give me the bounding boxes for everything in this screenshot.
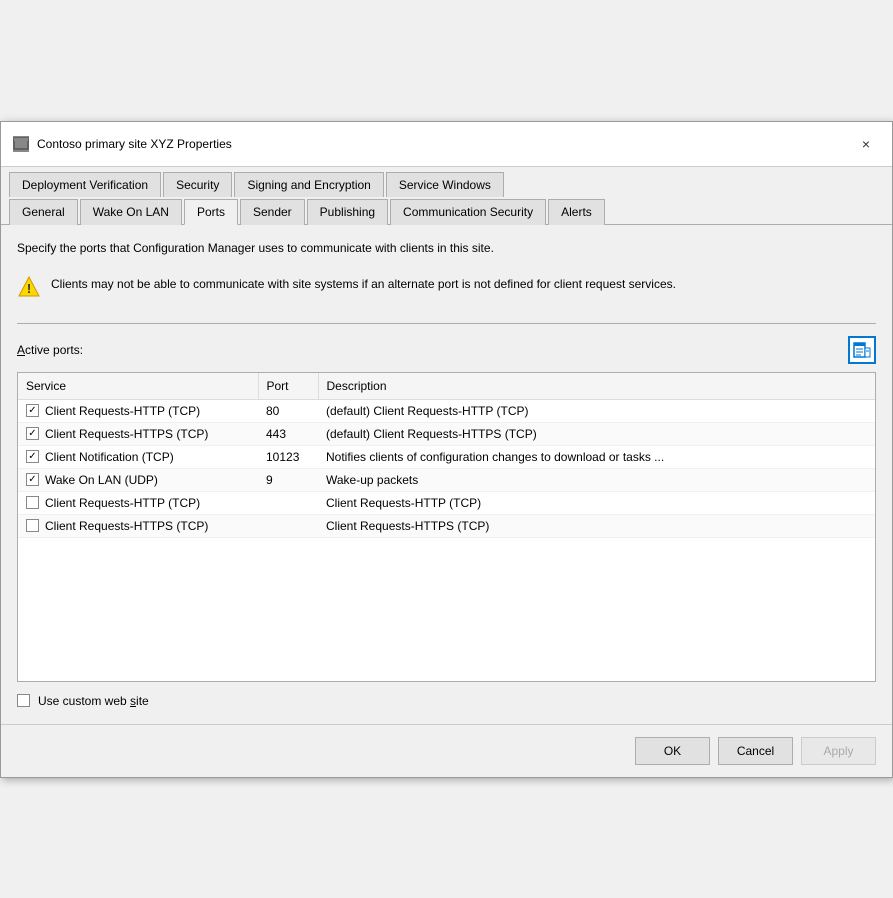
- tab-signing-encryption[interactable]: Signing and Encryption: [234, 172, 383, 197]
- edit-ports-button[interactable]: [848, 336, 876, 364]
- port-value: 80: [258, 399, 318, 422]
- warning-text: Clients may not be able to communicate w…: [51, 275, 676, 293]
- col-header-service: Service: [18, 373, 258, 400]
- warning-box: ! Clients may not be able to communicate…: [17, 267, 876, 307]
- ports-table: Service Port Description Client Requests…: [18, 373, 875, 538]
- row-checkbox[interactable]: [26, 496, 39, 509]
- content-area: Specify the ports that Configuration Man…: [1, 225, 892, 724]
- row-checkbox[interactable]: [26, 427, 39, 440]
- window-title: Contoso primary site XYZ Properties: [37, 137, 232, 151]
- tab-deployment-verification[interactable]: Deployment Verification: [9, 172, 161, 197]
- table-row[interactable]: Client Requests-HTTPS (TCP) Client Reques…: [18, 514, 875, 537]
- title-bar-left: Contoso primary site XYZ Properties: [13, 136, 232, 152]
- table-row[interactable]: Client Notification (TCP) 10123Notifies c…: [18, 445, 875, 468]
- description-value: (default) Client Requests-HTTP (TCP): [318, 399, 875, 422]
- table-row[interactable]: Client Requests-HTTP (TCP) 80(default) Cl…: [18, 399, 875, 422]
- service-name: Client Requests-HTTPS (TCP): [45, 519, 208, 533]
- row-checkbox[interactable]: [26, 519, 39, 532]
- title-bar: Contoso primary site XYZ Properties ×: [1, 122, 892, 167]
- warning-icon: !: [17, 275, 41, 299]
- tabs-row2: General Wake On LAN Ports Sender Publish…: [9, 198, 884, 224]
- col-header-description: Description: [318, 373, 875, 400]
- col-header-port: Port: [258, 373, 318, 400]
- service-name: Client Notification (TCP): [45, 450, 174, 464]
- description-value: Notifies clients of configuration change…: [318, 445, 875, 468]
- port-value: 10123: [258, 445, 318, 468]
- tab-publishing[interactable]: Publishing: [307, 199, 388, 225]
- service-name: Client Requests-HTTP (TCP): [45, 404, 200, 418]
- tab-wake-on-lan[interactable]: Wake On LAN: [80, 199, 182, 225]
- custom-website-row: Use custom web site: [17, 694, 876, 708]
- row-checkbox[interactable]: [26, 450, 39, 463]
- apply-button[interactable]: Apply: [801, 737, 876, 765]
- tab-sender[interactable]: Sender: [240, 199, 305, 225]
- service-name: Client Requests-HTTPS (TCP): [45, 427, 208, 441]
- port-value: [258, 491, 318, 514]
- table-row[interactable]: Client Requests-HTTPS (TCP) 443(default) …: [18, 422, 875, 445]
- tabs-container: Deployment Verification Security Signing…: [1, 167, 892, 225]
- active-ports-header: Active ports:: [17, 336, 876, 364]
- service-name: Client Requests-HTTP (TCP): [45, 496, 200, 510]
- tab-alerts[interactable]: Alerts: [548, 199, 605, 225]
- description-value: Client Requests-HTTPS (TCP): [318, 514, 875, 537]
- service-name: Wake On LAN (UDP): [45, 473, 158, 487]
- custom-website-checkbox[interactable]: [17, 694, 30, 707]
- description-text: Specify the ports that Configuration Man…: [17, 241, 876, 255]
- ok-button[interactable]: OK: [635, 737, 710, 765]
- divider: [17, 323, 876, 324]
- tab-security[interactable]: Security: [163, 172, 232, 197]
- tab-general[interactable]: General: [9, 199, 78, 225]
- tab-communication-security[interactable]: Communication Security: [390, 199, 546, 225]
- row-checkbox[interactable]: [26, 473, 39, 486]
- close-button[interactable]: ×: [852, 130, 880, 158]
- description-value: Wake-up packets: [318, 468, 875, 491]
- custom-website-label: Use custom web site: [38, 694, 149, 708]
- svg-text:!: !: [27, 281, 31, 296]
- ports-table-container: Service Port Description Client Requests…: [17, 372, 876, 682]
- tabs-row1: Deployment Verification Security Signing…: [9, 171, 884, 196]
- window-icon: [13, 136, 29, 152]
- row-checkbox[interactable]: [26, 404, 39, 417]
- table-row[interactable]: Wake On LAN (UDP) 9Wake-up packets: [18, 468, 875, 491]
- properties-window: Contoso primary site XYZ Properties × De…: [0, 121, 893, 778]
- port-value: [258, 514, 318, 537]
- edit-icon: [852, 340, 872, 360]
- port-value: 9: [258, 468, 318, 491]
- footer: OK Cancel Apply: [1, 724, 892, 777]
- tab-service-windows[interactable]: Service Windows: [386, 172, 504, 197]
- port-value: 443: [258, 422, 318, 445]
- description-value: Client Requests-HTTP (TCP): [318, 491, 875, 514]
- active-ports-label: Active ports:: [17, 343, 83, 357]
- table-row[interactable]: Client Requests-HTTP (TCP) Client Request…: [18, 491, 875, 514]
- description-value: (default) Client Requests-HTTPS (TCP): [318, 422, 875, 445]
- cancel-button[interactable]: Cancel: [718, 737, 793, 765]
- tab-ports[interactable]: Ports: [184, 199, 238, 225]
